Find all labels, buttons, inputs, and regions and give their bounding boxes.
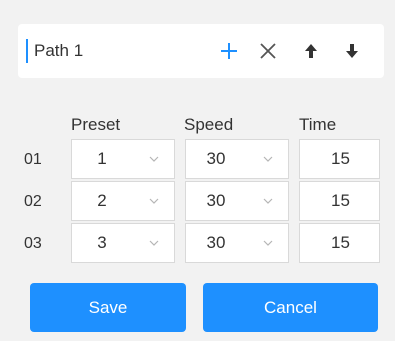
preset-value: 2 [97,191,107,210]
time-input[interactable]: 15 [299,181,380,221]
path-header: Path 1 [18,24,384,78]
save-button[interactable]: Save [30,283,186,332]
path-editor-panel: Path 1 Preset Speed Time 01 1 30 15 02 2… [0,0,395,341]
cancel-button[interactable]: Cancel [203,283,378,332]
arrow-down-icon [346,44,358,58]
preset-select[interactable]: 1 [71,139,175,179]
speed-value: 30 [206,149,226,168]
chevron-down-icon [149,240,159,246]
preset-value: 1 [97,149,107,168]
chevron-down-icon [263,240,273,246]
row-index: 03 [24,235,42,252]
speed-value: 30 [206,233,226,252]
chevron-down-icon [149,198,159,204]
speed-select[interactable]: 30 [185,223,289,263]
row-index: 02 [24,193,42,210]
time-value: 15 [331,233,350,252]
time-column-header: Time [299,115,337,134]
arrow-up-icon [305,44,317,58]
move-up-button[interactable] [296,36,326,66]
speed-value: 30 [206,191,226,210]
time-input[interactable]: 15 [299,223,380,263]
speed-select[interactable]: 30 [185,181,289,221]
add-icon [221,43,237,59]
path-name[interactable]: Path 1 [26,39,83,63]
time-value: 15 [331,191,350,210]
chevron-down-icon [149,156,159,162]
preset-column-header: Preset [71,115,121,134]
row-index: 01 [24,151,42,168]
speed-select[interactable]: 30 [185,139,289,179]
time-input[interactable]: 15 [299,139,380,179]
chevron-down-icon [263,198,273,204]
preset-value: 3 [97,233,107,252]
preset-select[interactable]: 3 [71,223,175,263]
chevron-down-icon [263,156,273,162]
preset-select[interactable]: 2 [71,181,175,221]
move-down-button[interactable] [337,36,367,66]
close-icon [260,43,276,59]
time-value: 15 [331,149,350,168]
delete-button[interactable] [253,36,283,66]
speed-column-header: Speed [184,115,234,134]
add-button[interactable] [214,36,244,66]
